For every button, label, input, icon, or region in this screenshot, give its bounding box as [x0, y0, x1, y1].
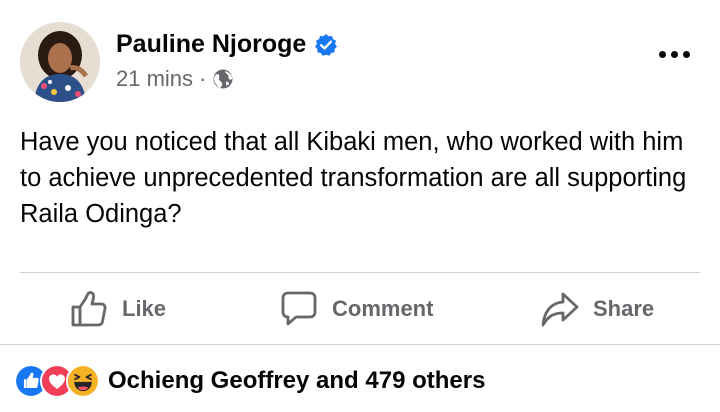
more-dot	[658, 50, 666, 58]
avatar-photo	[20, 22, 100, 102]
post-text: Have you noticed that all Kibaki men, wh…	[20, 128, 687, 228]
verified-badge-icon	[314, 33, 338, 57]
share-icon	[541, 290, 579, 328]
like-button[interactable]: Like	[70, 288, 166, 330]
author-line: Pauline Njoroge	[116, 30, 338, 59]
like-label: Like	[122, 296, 167, 321]
reactions-count[interactable]: Ochieng Geoffrey and 479 others	[108, 367, 485, 395]
more-options-icon[interactable]	[654, 44, 694, 64]
comment-label: Comment	[332, 296, 434, 321]
action-bar: Like Comment Share	[0, 276, 720, 342]
share-label: Share	[593, 296, 655, 321]
share-button[interactable]: Share	[541, 288, 654, 330]
globe-icon	[212, 68, 234, 90]
author-avatar[interactable]	[20, 22, 100, 102]
meta-separator: ·	[199, 66, 207, 91]
more-dot	[682, 50, 690, 58]
divider	[20, 272, 700, 273]
reaction-icons	[14, 364, 100, 398]
post-meta: 21 mins ·	[116, 66, 234, 92]
author-name[interactable]: Pauline Njoroge	[116, 30, 306, 59]
more-dot	[670, 50, 678, 58]
thumbs-up-icon	[70, 290, 108, 328]
facebook-post: Pauline Njoroge 21 mins · Have you notic…	[0, 0, 720, 412]
comment-button[interactable]: Comment	[280, 288, 433, 330]
divider	[0, 344, 720, 345]
timestamp[interactable]: 21 mins	[116, 66, 193, 92]
comment-icon	[280, 290, 318, 328]
reactions-summary[interactable]: Ochieng Geoffrey and 479 others	[14, 364, 485, 398]
haha-reaction-icon	[66, 364, 100, 398]
